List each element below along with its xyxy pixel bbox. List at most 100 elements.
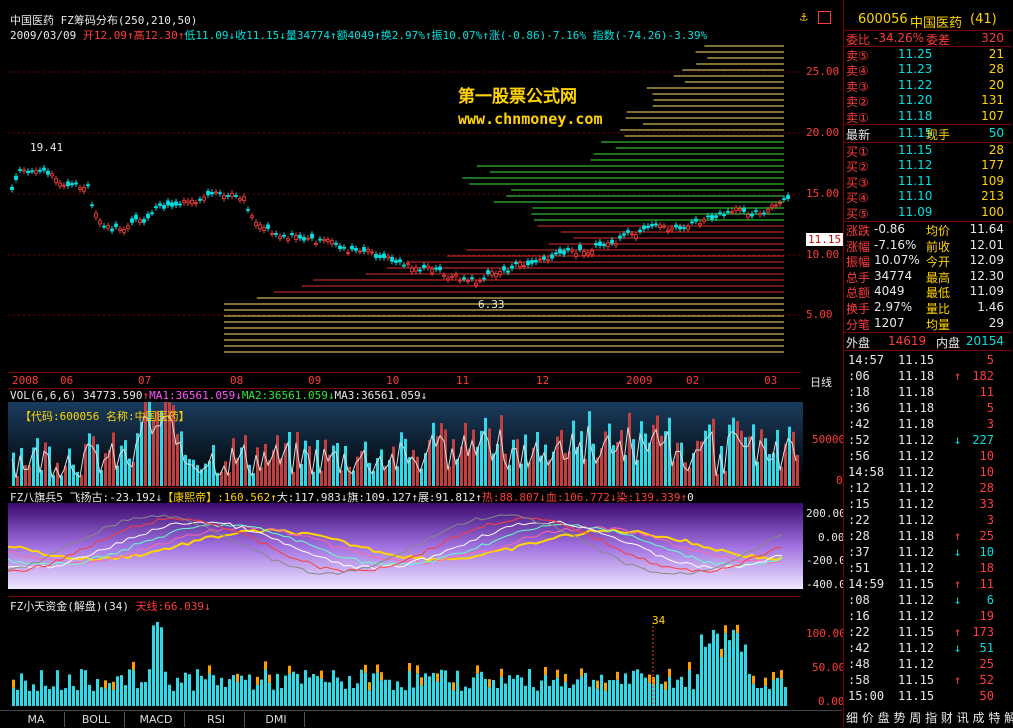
candle-body (486, 270, 490, 274)
sell-row: 卖② 11.20 131 (846, 93, 1004, 110)
fund-bar (296, 673, 299, 706)
candle-body (110, 228, 114, 232)
candle-body (510, 265, 514, 269)
fund-bar (624, 673, 627, 706)
volume-bar (592, 443, 595, 486)
fund-bar (168, 684, 171, 706)
candle-body (210, 192, 214, 195)
fund-bar (696, 674, 699, 706)
candle-body (670, 227, 674, 231)
candle-body (178, 203, 182, 206)
fund-bar (436, 681, 439, 706)
fund-bar-top (752, 675, 755, 684)
volume-bar (192, 459, 195, 486)
fund-bar-top (264, 661, 267, 670)
volume-bar (44, 442, 47, 486)
candle-body (174, 201, 178, 206)
fund-bar (216, 685, 219, 706)
fund-bar (660, 683, 663, 706)
fund-bar (780, 678, 783, 706)
candle-body (490, 271, 494, 276)
candle-body (522, 265, 526, 267)
candle-body (734, 207, 738, 211)
stat-row: 总手 34774 最高 12.30 (846, 268, 1004, 285)
fund-bar (388, 679, 391, 706)
volume-bar (760, 429, 763, 486)
chart-area[interactable]: 中国医药 FZ筹码分布(250,210,50) 2009/03/09 开12.0… (0, 0, 852, 728)
candle-body (334, 242, 338, 245)
footer-tabs[interactable]: 细 价 盘 势 周 指 财 讯 成 特 解 (844, 709, 1013, 725)
candle-body (554, 252, 558, 255)
period-label[interactable]: 日线 (810, 374, 832, 390)
fund-bar-top (288, 665, 291, 674)
volume-bar (676, 442, 679, 486)
fund-bar (556, 677, 559, 706)
candle-body (158, 203, 162, 206)
buy-row: 买② 11.12 177 (846, 158, 1004, 175)
fund-bar (572, 684, 575, 706)
candle-body (702, 219, 706, 222)
fund-bar (712, 629, 715, 706)
window-toggle-icon[interactable] (818, 11, 831, 24)
candlestick-chart[interactable] (0, 40, 842, 370)
candle-body (714, 215, 718, 218)
fund-bar-top (596, 680, 599, 689)
candle-body (530, 260, 534, 264)
fund-bar (456, 670, 459, 706)
fund-bar (88, 684, 91, 706)
fund-bar (84, 670, 87, 706)
volume-bar (632, 439, 635, 486)
candle-body (722, 213, 726, 217)
fund-bar (108, 683, 111, 706)
fund-bar (408, 670, 411, 706)
candle-body (494, 273, 498, 278)
fund-bar (324, 681, 327, 706)
candle-body (150, 212, 154, 215)
fund-bar (304, 670, 307, 706)
fund-bar (644, 677, 647, 706)
candle-body (634, 234, 638, 239)
volume-bar (76, 471, 79, 486)
fund-bar (520, 677, 523, 706)
quote-title: 600056 中国医药 (41) (858, 12, 997, 31)
candle-body (134, 214, 138, 220)
candle-body (650, 224, 654, 227)
candle-body (10, 186, 14, 190)
candle-body (538, 258, 542, 261)
tab-boll[interactable]: BOLL (68, 712, 125, 727)
vol-axis-zero: 0 (836, 474, 843, 487)
tab-ma[interactable]: MA (8, 712, 65, 727)
flag-oscillator-chart[interactable] (8, 503, 803, 589)
fund-bar (236, 681, 239, 706)
candle-body (774, 204, 778, 207)
fund-bar (336, 677, 339, 706)
candle-body (766, 209, 770, 213)
fund-bar (680, 676, 683, 706)
volume-bar (732, 417, 735, 486)
fund-bar (48, 689, 51, 706)
fund-bar (76, 690, 79, 706)
candle-body (778, 202, 782, 205)
fund-bar (532, 687, 535, 706)
fund-bar (564, 681, 567, 706)
candle-body (586, 252, 590, 256)
tab-macd[interactable]: MACD (128, 712, 185, 727)
tab-dmi[interactable]: DMI (248, 712, 305, 727)
volume-bar (364, 441, 367, 486)
candle-body (758, 212, 762, 216)
fund-bar (464, 686, 467, 706)
candle-body (706, 215, 710, 218)
fund-bar (588, 686, 591, 706)
candle-body (170, 202, 174, 207)
fund-bar (536, 690, 539, 706)
volume-bar (324, 439, 327, 486)
candle-body (406, 263, 410, 265)
volume-bar (680, 442, 683, 486)
tab-rsi[interactable]: RSI (188, 712, 245, 727)
candle-body (270, 232, 274, 235)
candle-body (318, 238, 322, 241)
anchor-icon[interactable]: ⚓ (800, 10, 808, 25)
candle-body (638, 229, 642, 232)
fund-bar (576, 679, 579, 706)
fund-flow-chart[interactable] (8, 612, 803, 708)
